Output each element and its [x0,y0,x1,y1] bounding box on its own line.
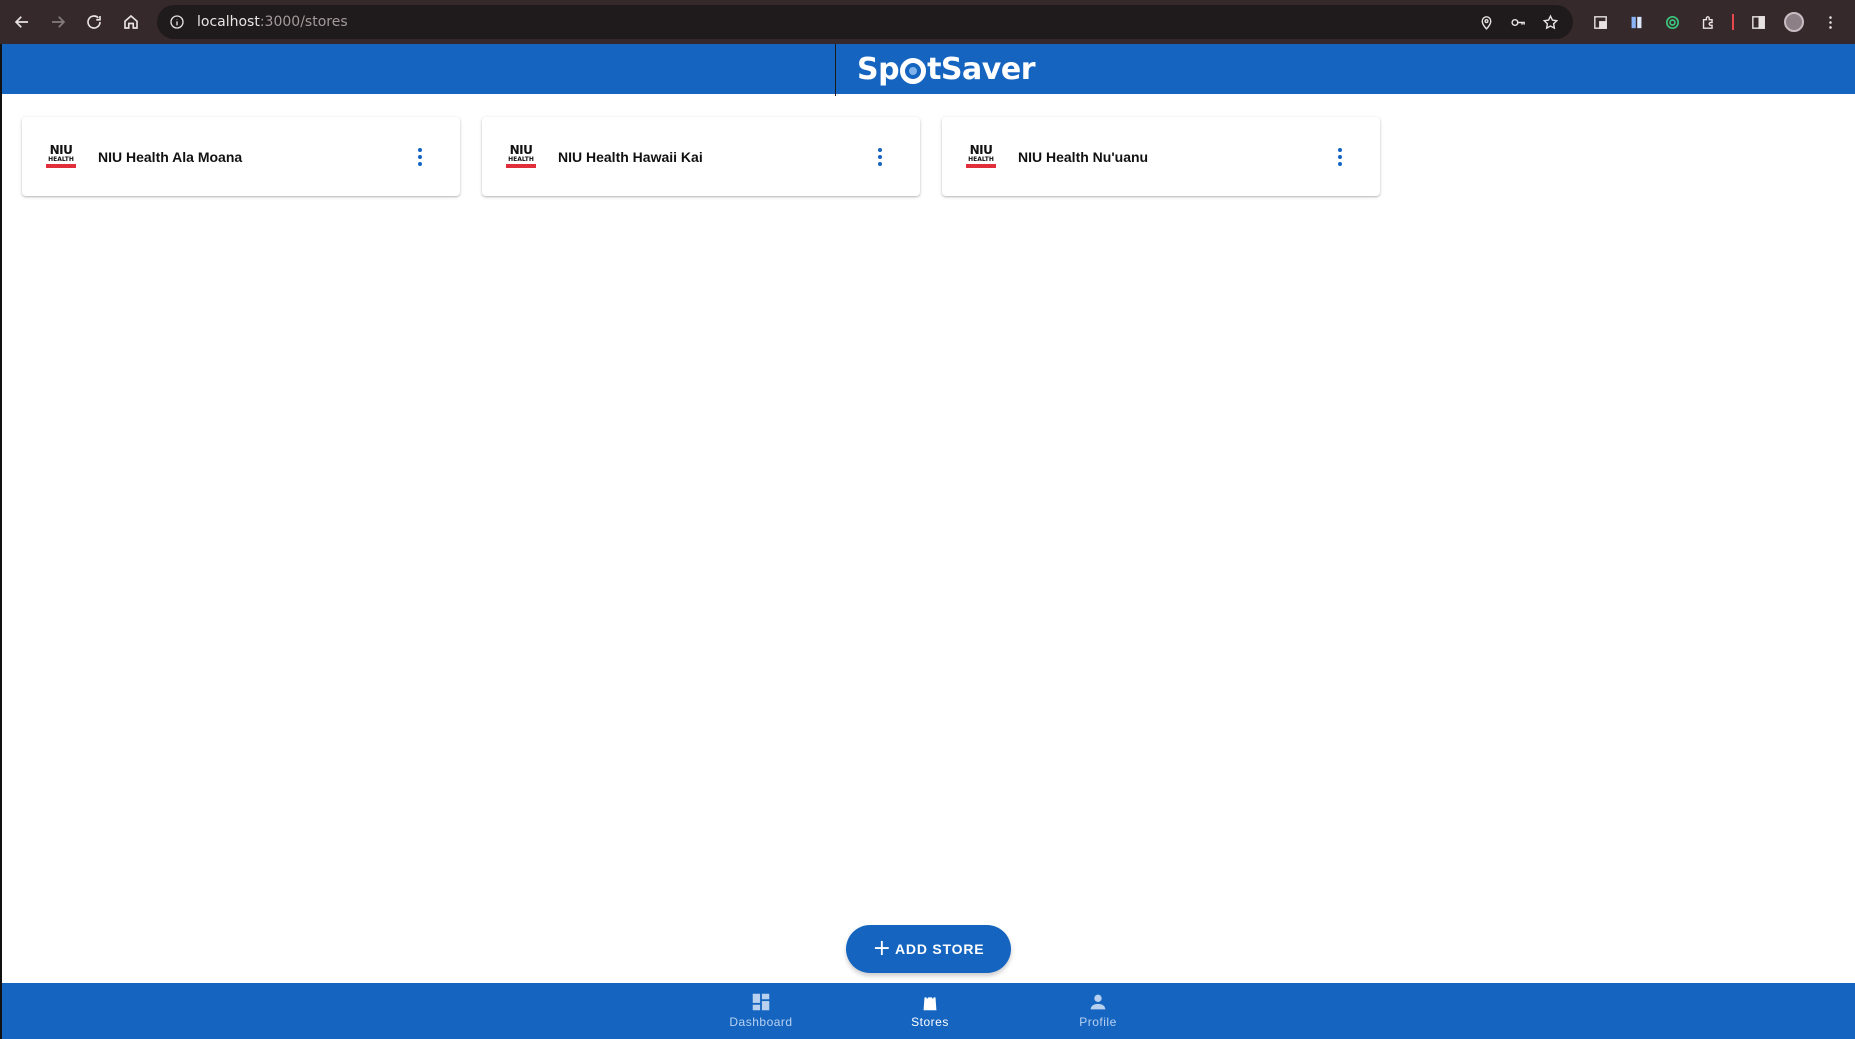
nav-stores[interactable]: Stores [880,991,980,1029]
store-card[interactable]: NIU HEALTH NIU Health Ala Moana [22,117,460,196]
niu-health-logo: NIU HEALTH [504,140,538,174]
profile-avatar-icon[interactable] [1778,6,1810,38]
extension-target-icon[interactable] [1656,6,1688,38]
site-info-icon[interactable] [167,12,187,32]
more-options-button[interactable] [1326,143,1354,171]
niu-health-logo: NIU HEALTH [964,140,998,174]
browser-menu-icon[interactable] [1814,6,1846,38]
bottom-navigation: Dashboard Stores Profile [0,983,1855,1039]
plus-icon: + [872,936,892,961]
nav-stores-label: Stores [911,1015,949,1029]
niu-health-logo: NIU HEALTH [44,140,78,174]
address-bar[interactable]: localhost:3000/stores [157,5,1573,39]
shopping-bag-icon [923,993,937,1011]
logo-text-start: Sp [857,51,900,87]
add-store-button[interactable]: + ADD STORE [846,925,1011,973]
back-button[interactable] [4,4,40,40]
toolbar-separator [1732,14,1734,30]
side-panel-icon[interactable] [1742,6,1774,38]
nav-profile[interactable]: Profile [1048,991,1148,1029]
extension-book-icon[interactable] [1620,6,1652,38]
url-path: :3000/stores [259,14,348,30]
stores-page: NIU HEALTH NIU Health Ala Moana NIU HEAL… [0,94,1855,983]
header-divider [835,44,836,96]
logo-target-icon [900,58,927,84]
reload-icon [87,15,101,29]
home-icon [124,14,138,29]
nav-profile-label: Profile [1079,1015,1117,1029]
store-name: NIU Health Ala Moana [98,148,243,165]
browser-toolbar: localhost:3000/stores [0,0,1855,44]
extension-screen-icon[interactable] [1584,6,1616,38]
more-options-button[interactable] [866,143,894,171]
logo-text-end: tSaver [927,51,1035,87]
url-text: localhost:3000/stores [197,14,348,30]
nav-dashboard-label: Dashboard [729,1015,793,1029]
dashboard-icon [752,993,770,1011]
home-button[interactable] [113,4,149,40]
star-icon[interactable] [1537,9,1563,35]
arrow-left-icon [14,16,28,28]
nav-dashboard[interactable]: Dashboard [711,991,811,1029]
store-name: NIU Health Nu'uanu [1018,148,1149,165]
store-list: NIU HEALTH NIU Health Ala Moana NIU HEAL… [22,117,1380,196]
url-host: localhost [197,14,260,30]
store-card[interactable]: NIU HEALTH NIU Health Hawaii Kai [482,117,920,196]
key-icon[interactable] [1505,9,1531,35]
reload-button[interactable] [76,4,112,40]
location-icon[interactable] [1473,9,1499,35]
store-name: NIU Health Hawaii Kai [558,148,703,165]
add-store-label: ADD STORE [895,941,985,957]
app-header: Sp tSaver [0,44,1855,96]
arrow-right-icon [52,16,66,28]
extensions-puzzle-icon[interactable] [1692,6,1724,38]
store-card[interactable]: NIU HEALTH NIU Health Nu'uanu [942,117,1380,196]
more-options-button[interactable] [406,143,434,171]
forward-button[interactable] [40,4,76,40]
spotsaver-logo[interactable]: Sp tSaver [857,50,1035,88]
person-icon [1090,994,1106,1010]
extensions-area [1584,0,1846,44]
